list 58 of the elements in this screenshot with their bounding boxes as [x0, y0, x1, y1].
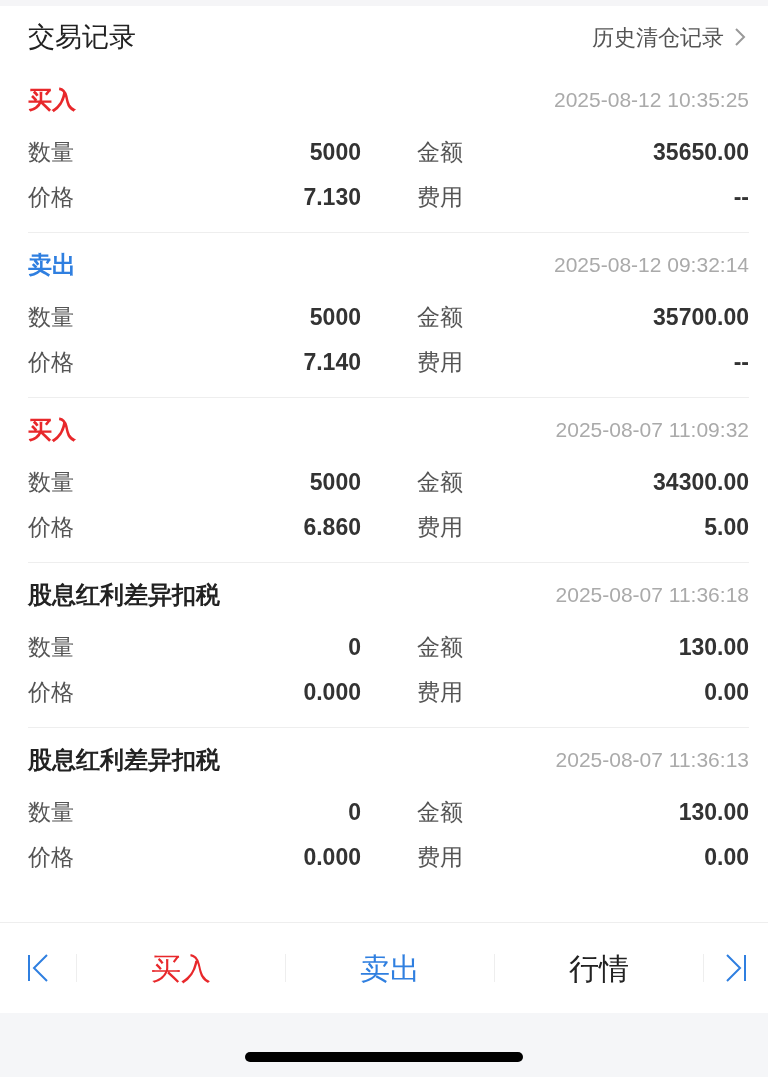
field-label: 价格 [28, 348, 74, 378]
transaction-time: 2025-08-12 10:35:25 [554, 87, 749, 114]
field-label: 费用 [417, 843, 463, 873]
transaction-type: 买入 [28, 85, 76, 115]
field-label: 金额 [417, 303, 463, 333]
quantity-value: 5000 [309, 303, 361, 333]
transaction-time: 2025-08-12 09:32:14 [554, 252, 749, 279]
field-label: 费用 [417, 678, 463, 708]
field-label: 数量 [28, 303, 74, 333]
quote-tab-button[interactable]: 行情 [495, 923, 703, 1013]
last-page-icon [724, 953, 748, 983]
price-value: 0.000 [303, 843, 361, 873]
amount-value: 35650.00 [653, 138, 749, 168]
first-page-icon [26, 953, 50, 983]
transaction-type: 卖出 [28, 250, 76, 280]
transaction-time: 2025-08-07 11:36:18 [555, 582, 749, 609]
field-label: 费用 [417, 348, 463, 378]
chevron-right-icon [734, 27, 746, 47]
fee-value: -- [733, 348, 749, 378]
amount-value: 35700.00 [653, 303, 749, 333]
quantity-value: 0 [348, 798, 361, 828]
buy-tab-button[interactable]: 买入 [77, 923, 285, 1013]
field-label: 价格 [28, 843, 74, 873]
fee-value: 5.00 [704, 513, 749, 543]
field-label: 价格 [28, 513, 74, 543]
field-label: 数量 [28, 798, 74, 828]
fee-value: -- [733, 183, 749, 213]
quantity-value: 5000 [309, 468, 361, 498]
transaction-type: 买入 [28, 415, 76, 445]
fee-value: 0.00 [704, 843, 749, 873]
history-link[interactable]: 历史清仓记录 [592, 20, 746, 54]
field-label: 金额 [417, 798, 463, 828]
field-label: 价格 [28, 678, 74, 708]
field-label: 数量 [28, 633, 74, 663]
price-value: 0.000 [303, 678, 361, 708]
amount-value: 130.00 [678, 798, 749, 828]
field-label: 数量 [28, 468, 74, 498]
quantity-value: 5000 [309, 138, 361, 168]
price-value: 6.860 [303, 513, 361, 543]
amount-value: 34300.00 [653, 468, 749, 498]
field-label: 费用 [417, 513, 463, 543]
field-label: 费用 [417, 183, 463, 213]
field-label: 金额 [417, 633, 463, 663]
field-label: 金额 [417, 138, 463, 168]
field-label: 数量 [28, 138, 74, 168]
fee-value: 0.00 [704, 678, 749, 708]
transaction-time: 2025-08-07 11:09:32 [555, 417, 749, 444]
price-value: 7.130 [303, 183, 361, 213]
transaction-type: 股息红利差异扣税 [28, 580, 220, 610]
amount-value: 130.00 [678, 633, 749, 663]
price-value: 7.140 [303, 348, 361, 378]
transaction-type: 股息红利差异扣税 [28, 745, 220, 775]
sell-tab-button[interactable]: 卖出 [286, 923, 494, 1013]
quantity-value: 0 [348, 633, 361, 663]
field-label: 金额 [417, 468, 463, 498]
field-label: 价格 [28, 183, 74, 213]
transaction-time: 2025-08-07 11:36:13 [555, 747, 749, 774]
section-title: 交易记录 [28, 20, 136, 54]
